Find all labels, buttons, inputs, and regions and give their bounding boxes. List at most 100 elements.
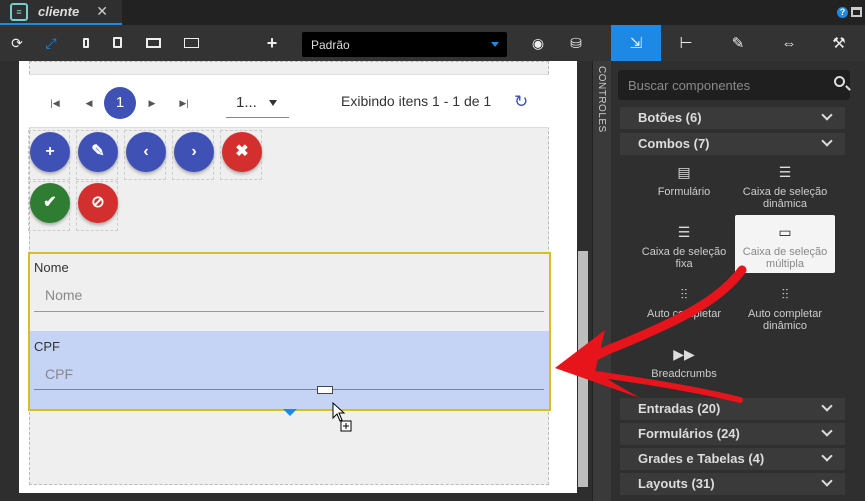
current-page-button[interactable]: 1 [104, 87, 136, 119]
multi-select-icon: ▭ [778, 224, 792, 240]
category-botoes[interactable]: Botões (6) [620, 107, 845, 129]
tab-tools[interactable]: ⚒ [814, 25, 864, 61]
category-layouts[interactable]: Layouts (31) [620, 473, 845, 495]
canvas-scrollbar[interactable] [578, 251, 588, 487]
tab-responsive[interactable]: ⇔ [764, 25, 814, 61]
delete-button-wrap: ✖ [220, 130, 262, 180]
chevron-down-icon [821, 425, 833, 437]
component-caixa-selecao-multipla[interactable]: ▭ Caixa de seleção múltipla [735, 215, 835, 273]
close-icon[interactable]: ✕ [96, 3, 108, 20]
fixed-select-icon: ☰ [677, 224, 691, 240]
chevron-down-icon [491, 42, 499, 47]
category-label: Layouts (31) [638, 476, 715, 491]
category-grades-tabelas[interactable]: Grades e Tabelas (4) [620, 448, 845, 470]
tree-icon: ⊢ [679, 35, 693, 52]
previous-button[interactable]: ‹ [126, 132, 166, 172]
chevron-down-icon [821, 135, 833, 147]
chevron-down-icon [269, 100, 277, 106]
category-entradas[interactable]: Entradas (20) [620, 398, 845, 420]
pager-info: Exibindo itens 1 - 1 de 1 [341, 93, 492, 109]
monitor-icon[interactable] [181, 33, 201, 53]
first-page-icon[interactable]: |◀ [39, 87, 71, 119]
refresh-icon[interactable]: ↻ [514, 92, 528, 112]
selection-outline [28, 252, 551, 411]
cancel-button[interactable]: ⊘ [78, 183, 118, 223]
component-breadcrumbs[interactable]: ▶▶ Breadcrumbs [634, 344, 734, 380]
desktop-icon[interactable] [143, 33, 163, 53]
edit-button-wrap: ✎ [76, 130, 118, 180]
expand-icon[interactable]: ⤢ [41, 33, 61, 53]
component-label: Breadcrumbs [651, 368, 717, 380]
eye-slash-icon[interactable]: ◉ [528, 33, 548, 53]
chevron-down-icon [821, 109, 833, 121]
cancel-button-wrap: ⊘ [76, 181, 118, 231]
component-auto-completar-dinamico[interactable]: ⫶⫶ Auto completar dinâmico [735, 284, 835, 332]
chevron-down-icon [821, 450, 833, 462]
component-search[interactable] [618, 70, 850, 100]
designer-toolbar: ⟳ ⤢ + Padrão ◉ ⛁ [0, 25, 611, 61]
theme-select-value: Padrão [311, 38, 350, 52]
component-label: Formulário [657, 186, 711, 198]
window-icon[interactable] [851, 7, 862, 17]
help-icon[interactable]: ? [837, 7, 848, 18]
last-page-icon[interactable]: ▶| [168, 87, 200, 119]
delete-button[interactable]: ✖ [222, 132, 262, 172]
breadcrumbs-icon: ▶▶ [673, 346, 695, 362]
prev-page-icon[interactable]: ◀ [73, 87, 105, 119]
category-label: Botões (6) [638, 110, 702, 125]
component-label: Caixa de seleção dinâmica [742, 186, 828, 210]
search-input[interactable] [628, 77, 818, 93]
phone-portrait-icon[interactable] [76, 33, 96, 53]
page-size-select[interactable]: 1... [226, 85, 289, 118]
theme-select[interactable]: Padrão [302, 32, 507, 57]
search-icon[interactable] [834, 76, 845, 87]
save-button[interactable]: ✔ [30, 183, 70, 223]
refresh-icon[interactable]: ⟳ [7, 33, 27, 53]
edit-button[interactable]: ✎ [78, 132, 118, 172]
form-file-icon: ≡ [10, 2, 28, 21]
add-button[interactable]: + [30, 132, 70, 172]
autocomplete-icon: ⫶⫶ [680, 286, 688, 302]
category-formularios[interactable]: Formulários (24) [620, 423, 845, 445]
component-auto-completar[interactable]: ⫶⫶ Auto completar [634, 284, 734, 320]
drop-marker [283, 409, 297, 416]
add-icon[interactable]: + [262, 33, 282, 53]
right-panel-tabs: ⇲ ⊢ ✎ ⇔ ⚒ [611, 25, 865, 61]
category-label: Formulários (24) [638, 426, 740, 441]
next-button[interactable]: › [174, 132, 214, 172]
category-label: Entradas (20) [638, 401, 721, 416]
next-page-icon[interactable]: ▶ [136, 87, 168, 119]
tab-bar: ≡ cliente ✕ ? [0, 0, 865, 25]
resize-icon: ⇔ [781, 34, 797, 52]
next-button-wrap: › [172, 130, 214, 180]
dynamic-autocomplete-icon: ⫶⫶ [781, 286, 789, 302]
chevron-down-icon [821, 400, 833, 412]
category-combos[interactable]: Combos (7) [620, 133, 845, 155]
component-formulario[interactable]: ▤ Formulário [634, 162, 734, 198]
pencil-icon: ✎ [731, 35, 745, 52]
tab-tree[interactable]: ⊢ [661, 25, 711, 61]
drag-preview [317, 386, 333, 394]
tablet-icon[interactable] [107, 33, 127, 53]
tab-components[interactable]: ⇲ [611, 25, 661, 61]
ide-window: ≡ cliente ✕ ? ⟳ ⤢ + Padrão ◉ ⛁ ⇲ ⊢ ✎ ⇔ ⚒ [0, 0, 865, 501]
chevron-down-icon [821, 475, 833, 487]
form-icon: ▤ [677, 164, 691, 180]
component-label: Auto completar [647, 308, 721, 320]
component-label: Caixa de seleção fixa [641, 246, 727, 270]
component-label: Auto completar dinâmico [748, 308, 822, 332]
grid-pager: |◀ ◀ 1 ▶ ▶| 1... Exibindo itens 1 - 1 de… [29, 74, 549, 128]
tab-properties[interactable]: ✎ [713, 25, 763, 61]
controls-label: CONTROLES [596, 66, 607, 133]
component-caixa-selecao-fixa[interactable]: ☰ Caixa de seleção fixa [634, 222, 734, 270]
category-label: Grades e Tabelas (4) [638, 451, 765, 466]
components-icon: ⇲ [629, 35, 643, 52]
tab-cliente[interactable]: ≡ cliente ✕ [0, 0, 122, 25]
database-icon[interactable]: ⛁ [566, 33, 586, 53]
component-caixa-selecao-dinamica[interactable]: ☰ Caixa de seleção dinâmica [735, 162, 835, 215]
add-button-wrap: + [28, 130, 70, 180]
save-button-wrap: ✔ [28, 181, 70, 231]
previous-button-wrap: ‹ [124, 130, 166, 180]
component-label: Caixa de seleção múltipla [742, 246, 828, 270]
category-label: Combos (7) [638, 136, 710, 151]
